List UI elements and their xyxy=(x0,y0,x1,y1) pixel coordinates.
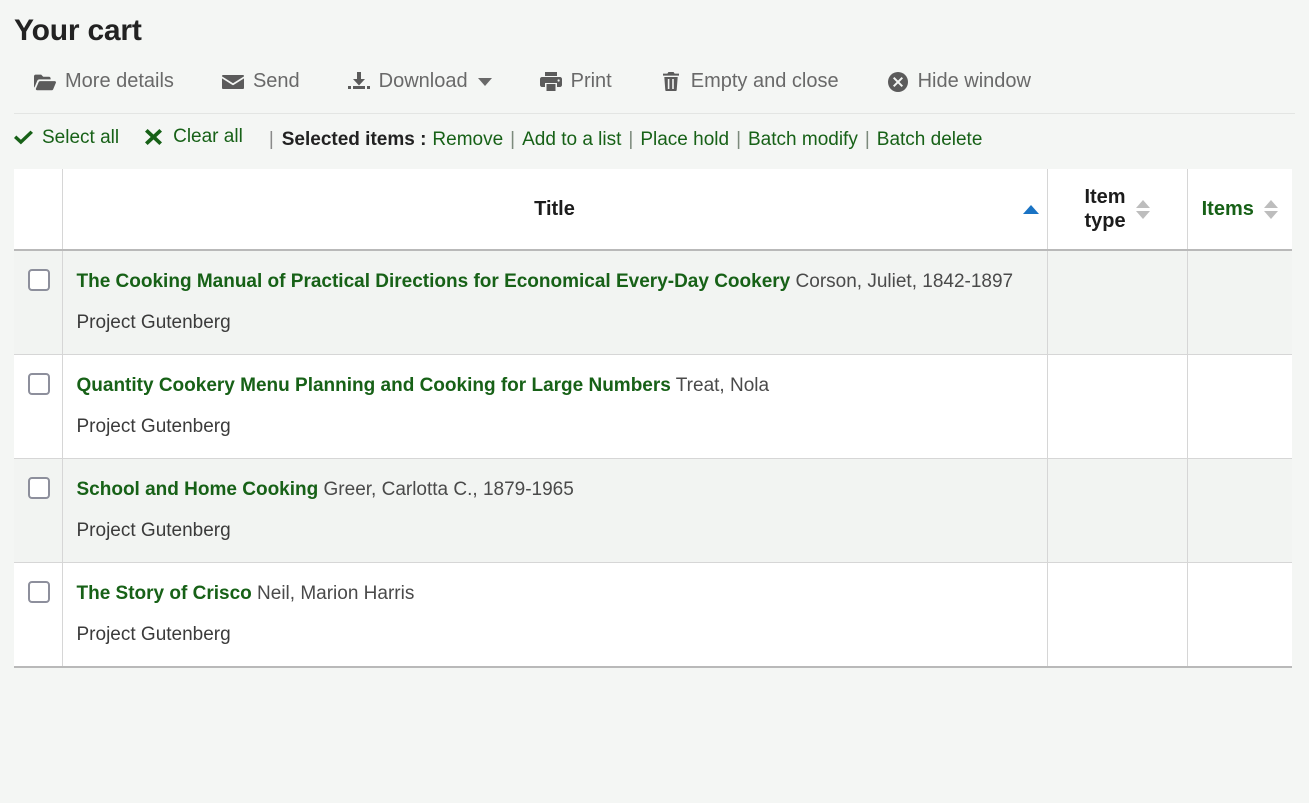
table-header-row: Title Item type Items xyxy=(14,169,1292,250)
send-label: Send xyxy=(253,70,300,93)
row-title-cell: The Cooking Manual of Practical Directio… xyxy=(62,250,1047,354)
send-button[interactable]: Send xyxy=(222,66,300,97)
row-checkbox[interactable] xyxy=(28,477,50,499)
envelope-icon xyxy=(222,72,244,92)
cart-table-head: Title Item type Items xyxy=(14,169,1292,250)
row-title-cell: The Story of Crisco Neil, Marion Harris … xyxy=(62,562,1047,666)
clear-all-button[interactable]: Clear all xyxy=(145,126,243,148)
more-details-label: More details xyxy=(65,70,174,93)
more-details-button[interactable]: More details xyxy=(34,66,174,97)
download-label: Download xyxy=(379,70,468,93)
folder-open-icon xyxy=(34,72,56,92)
row-select-cell xyxy=(14,250,62,354)
row-item-type-cell xyxy=(1047,250,1187,354)
row-title-cell: School and Home Cooking Greer, Carlotta … xyxy=(62,458,1047,562)
header-item-type-label: Item type xyxy=(1084,185,1125,234)
page-title: Your cart xyxy=(0,0,1309,48)
row-item-type-cell xyxy=(1047,562,1187,666)
biblio-source: Project Gutenberg xyxy=(77,312,1033,334)
header-item-type-column[interactable]: Item type xyxy=(1047,169,1187,250)
add-to-a-list-action[interactable]: Add to a list xyxy=(522,129,621,151)
biblio-line: School and Home Cooking Greer, Carlotta … xyxy=(77,477,1033,504)
biblio-source: Project Gutenberg xyxy=(77,624,1033,646)
download-button[interactable]: Download xyxy=(348,66,492,97)
biblio-source: Project Gutenberg xyxy=(77,416,1033,438)
row-item-type-cell xyxy=(1047,458,1187,562)
header-title-label: Title xyxy=(534,198,575,221)
biblio-title-link[interactable]: The Cooking Manual of Practical Directio… xyxy=(77,271,791,292)
hide-window-button[interactable]: Hide window xyxy=(887,66,1031,97)
printer-icon xyxy=(540,72,562,92)
biblio-title-link[interactable]: Quantity Cookery Menu Planning and Cooki… xyxy=(77,375,671,396)
close-circle-icon xyxy=(887,72,909,92)
biblio-line: The Cooking Manual of Practical Directio… xyxy=(77,269,1033,296)
biblio-line: The Story of Crisco Neil, Marion Harris xyxy=(77,581,1033,608)
sort-neutral-icon[interactable] xyxy=(1136,200,1150,219)
trash-icon xyxy=(660,72,682,92)
biblio-title-link[interactable]: School and Home Cooking xyxy=(77,479,319,500)
table-row: Quantity Cookery Menu Planning and Cooki… xyxy=(14,354,1292,458)
cart-table: Title Item type Items xyxy=(14,169,1292,668)
biblio-author: Greer, Carlotta C., 1879-1965 xyxy=(324,479,574,500)
table-row: The Story of Crisco Neil, Marion Harris … xyxy=(14,562,1292,666)
table-row: The Cooking Manual of Practical Directio… xyxy=(14,250,1292,354)
selection-actions-bar: Select all Clear all | Selected items : … xyxy=(0,114,1309,151)
header-items-column[interactable]: Items xyxy=(1187,169,1292,250)
header-item-type-line2: type xyxy=(1084,210,1125,232)
header-title-column[interactable]: Title xyxy=(62,169,1047,250)
table-row: School and Home Cooking Greer, Carlotta … xyxy=(14,458,1292,562)
print-button[interactable]: Print xyxy=(540,66,612,97)
place-hold-action[interactable]: Place hold xyxy=(640,129,729,151)
clear-all-label: Clear all xyxy=(173,126,243,148)
row-checkbox[interactable] xyxy=(28,581,50,603)
biblio-author: Neil, Marion Harris xyxy=(257,583,414,604)
cart-table-body: The Cooking Manual of Practical Directio… xyxy=(14,250,1292,667)
batch-delete-action[interactable]: Batch delete xyxy=(877,129,983,151)
header-items-label[interactable]: Items xyxy=(1202,198,1254,221)
header-select-column xyxy=(14,169,62,250)
biblio-author: Treat, Nola xyxy=(676,375,769,396)
action-pipe: | xyxy=(736,129,741,151)
row-select-cell xyxy=(14,562,62,666)
biblio-line: Quantity Cookery Menu Planning and Cooki… xyxy=(77,373,1033,400)
select-all-label: Select all xyxy=(42,127,119,149)
select-all-button[interactable]: Select all xyxy=(14,127,119,149)
action-pipe: | xyxy=(628,129,633,151)
row-items-cell xyxy=(1187,458,1292,562)
remove-action[interactable]: Remove xyxy=(432,129,503,151)
download-icon xyxy=(348,72,370,92)
cross-icon xyxy=(145,129,165,145)
sort-neutral-icon[interactable] xyxy=(1264,200,1278,219)
row-select-cell xyxy=(14,354,62,458)
cart-toolbar: More details Send Download xyxy=(0,48,1309,97)
row-checkbox[interactable] xyxy=(28,269,50,291)
row-checkbox[interactable] xyxy=(28,373,50,395)
sort-ascending-active-icon[interactable] xyxy=(1023,205,1039,214)
header-item-type-line1: Item xyxy=(1084,186,1125,208)
print-label: Print xyxy=(571,70,612,93)
batch-modify-action[interactable]: Batch modify xyxy=(748,129,858,151)
check-icon xyxy=(14,130,34,145)
action-pipe: | xyxy=(510,129,515,151)
cart-table-container: Title Item type Items xyxy=(14,169,1295,668)
row-items-cell xyxy=(1187,250,1292,354)
row-items-cell xyxy=(1187,562,1292,666)
selection-separator: | xyxy=(269,129,274,151)
chevron-down-icon xyxy=(478,78,492,86)
row-title-cell: Quantity Cookery Menu Planning and Cooki… xyxy=(62,354,1047,458)
row-select-cell xyxy=(14,458,62,562)
selected-items-label: Selected items : xyxy=(282,129,427,151)
empty-and-close-label: Empty and close xyxy=(691,70,839,93)
hide-window-label: Hide window xyxy=(918,70,1031,93)
empty-and-close-button[interactable]: Empty and close xyxy=(660,66,839,97)
row-items-cell xyxy=(1187,354,1292,458)
biblio-author: Corson, Juliet, 1842-1897 xyxy=(796,271,1014,292)
row-item-type-cell xyxy=(1047,354,1187,458)
biblio-title-link[interactable]: The Story of Crisco xyxy=(77,583,252,604)
biblio-source: Project Gutenberg xyxy=(77,520,1033,542)
action-pipe: | xyxy=(865,129,870,151)
